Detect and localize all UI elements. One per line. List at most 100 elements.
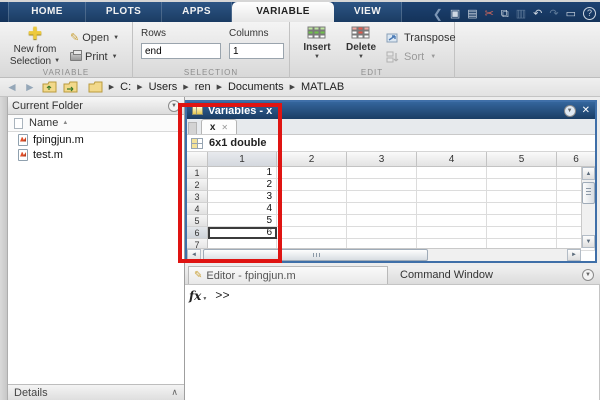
back-button[interactable]: ◄ bbox=[6, 80, 18, 94]
row-header-1[interactable]: 1 bbox=[187, 167, 208, 179]
redo-icon[interactable]: ↷ bbox=[549, 6, 558, 22]
cell-r3c1[interactable]: 3 bbox=[208, 191, 277, 203]
cell-r6c1-selected[interactable]: 6 bbox=[208, 227, 277, 239]
undo-icon[interactable]: ↶ bbox=[533, 6, 542, 22]
help-icon[interactable]: ? bbox=[583, 7, 596, 20]
print-button[interactable]: Print ▼ bbox=[70, 49, 119, 64]
command-window-title[interactable]: Command Window bbox=[388, 269, 582, 281]
command-prompt[interactable]: >> bbox=[215, 289, 229, 303]
cut-icon[interactable]: ✂ bbox=[485, 6, 494, 22]
cell-r2c3[interactable] bbox=[347, 179, 417, 191]
save-icon[interactable]: ▤ bbox=[467, 6, 477, 22]
column-header-6[interactable]: 6 bbox=[557, 152, 595, 167]
columns-input[interactable] bbox=[229, 43, 284, 59]
column-header-3[interactable]: 3 bbox=[347, 152, 417, 167]
cell-r5c5[interactable] bbox=[487, 215, 557, 227]
collapsed-sidebar-strip[interactable] bbox=[0, 97, 8, 400]
cell-r6c4[interactable] bbox=[417, 227, 487, 239]
tab-view[interactable]: VIEW bbox=[334, 2, 402, 22]
file-item-fpingjun[interactable]: fpingjun.m bbox=[8, 132, 184, 147]
pane-menu-icon[interactable]: ▼ bbox=[563, 104, 576, 117]
up-folder-button[interactable] bbox=[42, 81, 57, 93]
scroll-down-icon[interactable]: ▼ bbox=[582, 235, 595, 248]
row-header-3[interactable]: 3 bbox=[187, 191, 208, 203]
close-icon[interactable]: ✕ bbox=[582, 105, 590, 116]
cell-r5c2[interactable] bbox=[277, 215, 347, 227]
cell-r1c2[interactable] bbox=[277, 167, 347, 179]
forward-button[interactable]: ► bbox=[24, 80, 36, 94]
breadcrumb-item-users[interactable]: Users bbox=[149, 81, 178, 93]
cell-r5c1[interactable]: 5 bbox=[208, 215, 277, 227]
variables-title-bar[interactable]: Variables - x ▼ ✕ bbox=[187, 102, 595, 119]
transpose-button[interactable]: Transpose bbox=[386, 30, 456, 46]
tab-home[interactable]: HOME bbox=[8, 2, 86, 22]
browse-folder-button[interactable] bbox=[63, 81, 78, 93]
row-header-6[interactable]: 6 bbox=[187, 227, 208, 239]
cell-r2c2[interactable] bbox=[277, 179, 347, 191]
name-column-header[interactable]: Name ▲ bbox=[8, 115, 184, 132]
delete-button[interactable]: Delete ▼ bbox=[340, 26, 382, 60]
cell-r3c2[interactable] bbox=[277, 191, 347, 203]
sort-button[interactable]: Sort ▼ bbox=[386, 49, 456, 65]
cell-r3c3[interactable] bbox=[347, 191, 417, 203]
horizontal-scroll-thumb[interactable] bbox=[203, 249, 428, 261]
column-header-1[interactable]: 1 bbox=[208, 152, 277, 167]
cell-r6c5[interactable] bbox=[487, 227, 557, 239]
cell-r3c5[interactable] bbox=[487, 191, 557, 203]
cell-r1c3[interactable] bbox=[347, 167, 417, 179]
cell-r1c1[interactable]: 1 bbox=[208, 167, 277, 179]
cell-r4c1[interactable]: 4 bbox=[208, 203, 277, 215]
insert-button[interactable]: Insert ▼ bbox=[296, 26, 338, 60]
cell-r1c4[interactable] bbox=[417, 167, 487, 179]
tab-plots[interactable]: PLOTS bbox=[86, 2, 162, 22]
cell-r4c4[interactable] bbox=[417, 203, 487, 215]
column-header-2[interactable]: 2 bbox=[277, 152, 347, 167]
cell-r6c3[interactable] bbox=[347, 227, 417, 239]
horizontal-scrollbar[interactable]: ◄ ► bbox=[187, 248, 581, 261]
new-from-selection-button[interactable]: ✚ New from Selection ▼ bbox=[4, 25, 66, 68]
row-header-2[interactable]: 2 bbox=[187, 179, 208, 191]
breadcrumb-item-documents[interactable]: Documents bbox=[228, 81, 284, 93]
close-icon[interactable]: ✕ bbox=[221, 123, 228, 132]
row-header-5[interactable]: 5 bbox=[187, 215, 208, 227]
cell-r6c2[interactable] bbox=[277, 227, 347, 239]
vertical-scroll-thumb[interactable] bbox=[582, 182, 595, 204]
variable-tab-x[interactable]: x ✕ bbox=[201, 119, 237, 134]
cell-r2c5[interactable] bbox=[487, 179, 557, 191]
cell-r1c5[interactable] bbox=[487, 167, 557, 179]
column-header-5[interactable]: 5 bbox=[487, 152, 557, 167]
cell-r3c4[interactable] bbox=[417, 191, 487, 203]
paste-icon[interactable]: ▥ bbox=[516, 6, 526, 22]
column-header-4[interactable]: 4 bbox=[417, 152, 487, 167]
tab-apps[interactable]: APPS bbox=[162, 2, 232, 22]
panel-menu-icon[interactable]: ▼ bbox=[168, 99, 180, 112]
scroll-track[interactable] bbox=[428, 249, 567, 261]
cell-r5c4[interactable] bbox=[417, 215, 487, 227]
details-bar[interactable]: Details ∧ bbox=[8, 384, 184, 400]
cell-r4c5[interactable] bbox=[487, 203, 557, 215]
vertical-scrollbar[interactable]: ▲ ▼ bbox=[581, 167, 595, 248]
row-header-4[interactable]: 4 bbox=[187, 203, 208, 215]
cell-r5c3[interactable] bbox=[347, 215, 417, 227]
scroll-right-icon[interactable]: ► bbox=[567, 249, 581, 261]
open-button[interactable]: ✎ Open ▼ bbox=[70, 30, 119, 45]
fx-function-icon[interactable]: fx bbox=[189, 289, 201, 303]
breadcrumb-item-matlab[interactable]: MATLAB bbox=[301, 81, 344, 93]
copy-icon[interactable]: ⧉ bbox=[501, 6, 509, 22]
breadcrumb-item-drive[interactable]: C: bbox=[120, 81, 131, 93]
scroll-up-icon[interactable]: ▲ bbox=[582, 167, 595, 180]
rows-input[interactable] bbox=[141, 43, 221, 59]
corner-cell[interactable] bbox=[187, 152, 208, 167]
cell-r4c3[interactable] bbox=[347, 203, 417, 215]
scroll-left-icon[interactable]: ◄ bbox=[187, 249, 201, 261]
file-item-test[interactable]: test.m bbox=[8, 147, 184, 162]
new-script-icon[interactable]: ▣ bbox=[450, 6, 460, 22]
cell-r2c1[interactable]: 2 bbox=[208, 179, 277, 191]
cell-r2c4[interactable] bbox=[417, 179, 487, 191]
tab-variable[interactable]: VARIABLE bbox=[232, 2, 334, 22]
pane-menu-icon[interactable]: ▼ bbox=[582, 269, 594, 281]
command-window-content[interactable]: fx ▼ >> bbox=[185, 285, 600, 400]
switch-window-icon[interactable]: ▭ bbox=[566, 6, 576, 22]
editor-tab[interactable]: ✎ Editor - fpingjun.m bbox=[188, 266, 388, 284]
breadcrumb-item-ren[interactable]: ren bbox=[195, 81, 211, 93]
